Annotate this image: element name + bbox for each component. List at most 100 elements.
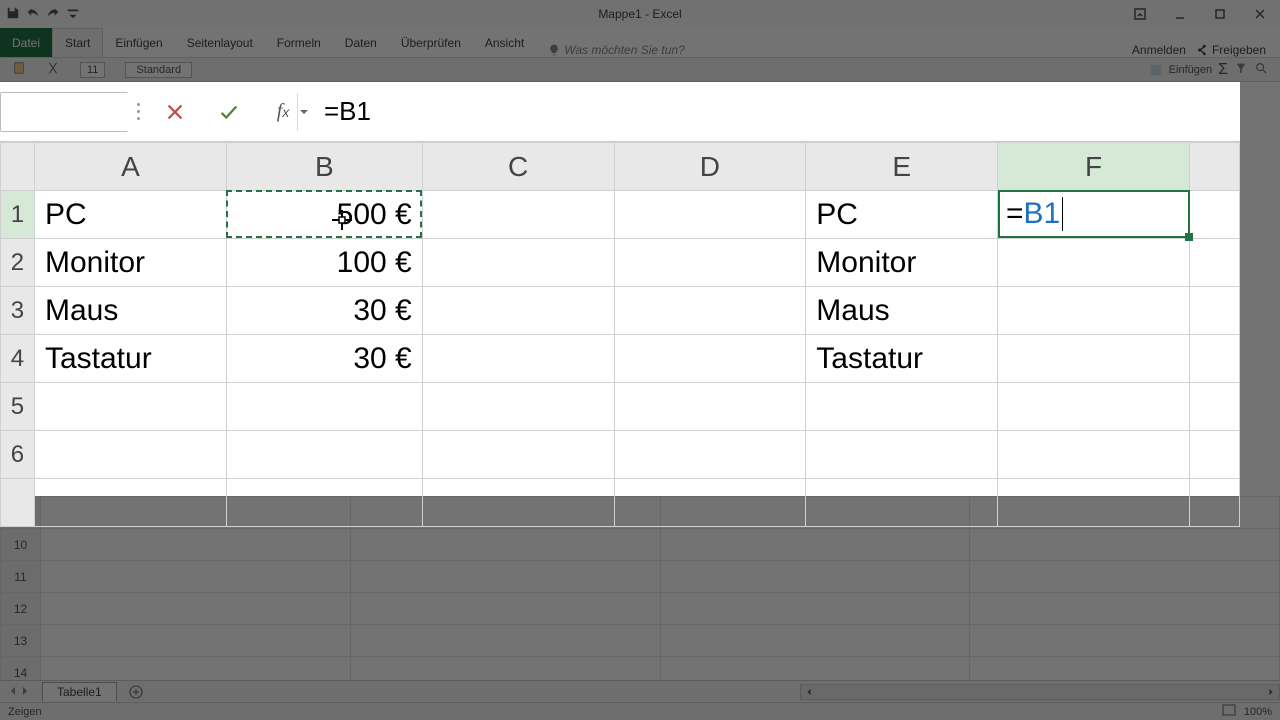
close-icon[interactable] xyxy=(1240,0,1280,28)
maximize-icon[interactable] xyxy=(1200,0,1240,28)
cell-G1[interactable] xyxy=(1189,191,1239,239)
view-normal-icon[interactable] xyxy=(1222,704,1236,719)
col-header-A[interactable]: A xyxy=(34,143,226,191)
cell-F2[interactable] xyxy=(998,239,1190,287)
row-header[interactable]: 11 xyxy=(1,561,41,593)
cell-F3[interactable] xyxy=(998,287,1190,335)
tab-formulas[interactable]: Formeln xyxy=(265,28,333,57)
sheet-nav-next-icon[interactable] xyxy=(20,685,30,699)
insert-cells-icon[interactable] xyxy=(1149,63,1163,77)
tab-insert[interactable]: Einfügen xyxy=(103,28,174,57)
row-header-4[interactable]: 4 xyxy=(1,335,35,383)
tab-start[interactable]: Start xyxy=(52,28,103,57)
cell-A5[interactable] xyxy=(34,383,226,431)
redo-icon[interactable] xyxy=(46,6,60,23)
cell-D3[interactable] xyxy=(614,287,806,335)
row-header-6[interactable]: 6 xyxy=(1,431,35,479)
sheet-nav-prev-icon[interactable] xyxy=(8,685,18,699)
cell-B3[interactable]: 30 € xyxy=(226,287,422,335)
cell-C1[interactable] xyxy=(422,191,614,239)
cell-F4[interactable] xyxy=(998,335,1190,383)
cell-A3[interactable]: Maus xyxy=(34,287,226,335)
cell-E2[interactable]: Monitor xyxy=(806,239,998,287)
cell-B2[interactable]: 100 € xyxy=(226,239,422,287)
horizontal-scrollbar[interactable] xyxy=(800,684,1280,700)
sheet-tab[interactable]: Tabelle1 xyxy=(42,682,117,701)
cancel-button[interactable] xyxy=(148,92,202,132)
active-cell-edit[interactable]: =B1 xyxy=(998,190,1190,238)
col-header-F[interactable]: F xyxy=(998,143,1190,191)
cell-G4[interactable] xyxy=(1189,335,1239,383)
cell-A4[interactable]: Tastatur xyxy=(34,335,226,383)
cell-G2[interactable] xyxy=(1189,239,1239,287)
cell-F6[interactable] xyxy=(998,431,1190,479)
undo-icon[interactable] xyxy=(26,6,40,23)
cell-A1[interactable]: PC xyxy=(34,191,226,239)
tab-pagelayout[interactable]: Seitenlayout xyxy=(175,28,265,57)
col-header-B[interactable]: B xyxy=(226,143,422,191)
cell-E1[interactable]: PC xyxy=(806,191,998,239)
cell-E5[interactable] xyxy=(806,383,998,431)
tab-view[interactable]: Ansicht xyxy=(473,28,536,57)
save-icon[interactable] xyxy=(6,6,20,23)
minimize-icon[interactable] xyxy=(1160,0,1200,28)
cell-E6[interactable] xyxy=(806,431,998,479)
cell-A2[interactable]: Monitor xyxy=(34,239,226,287)
cell-D2[interactable] xyxy=(614,239,806,287)
cell-E3[interactable]: Maus xyxy=(806,287,998,335)
tab-review[interactable]: Überprüfen xyxy=(389,28,473,57)
row-header[interactable]: 12 xyxy=(1,593,41,625)
number-format-box[interactable]: Standard xyxy=(125,62,192,78)
scroll-left-icon[interactable] xyxy=(801,685,817,699)
cell-D4[interactable] xyxy=(614,335,806,383)
font-size-box[interactable]: 11 xyxy=(80,62,105,78)
row-header-1[interactable]: 1 xyxy=(1,191,35,239)
tab-file[interactable]: Datei xyxy=(0,28,52,57)
row-header-2[interactable]: 2 xyxy=(1,239,35,287)
cell-B6[interactable] xyxy=(226,431,422,479)
ribbon-display-icon[interactable] xyxy=(1120,0,1160,28)
cell-C6[interactable] xyxy=(422,431,614,479)
cell-C5[interactable] xyxy=(422,383,614,431)
cell-D5[interactable] xyxy=(614,383,806,431)
paste-icon[interactable] xyxy=(12,61,26,78)
tab-data[interactable]: Daten xyxy=(333,28,389,57)
cell-D1[interactable] xyxy=(614,191,806,239)
sort-filter-icon[interactable] xyxy=(1234,61,1248,78)
cell-G5[interactable] xyxy=(1189,383,1239,431)
autosum-icon[interactable]: Σ xyxy=(1218,61,1228,79)
cell-B4[interactable]: 30 € xyxy=(226,335,422,383)
cell-C2[interactable] xyxy=(422,239,614,287)
row-header-5[interactable]: 5 xyxy=(1,383,35,431)
cell-C4[interactable] xyxy=(422,335,614,383)
cell-B1[interactable]: 500 € xyxy=(226,191,422,239)
tellme-search[interactable]: Was möchten Sie tun? xyxy=(536,43,697,57)
cell-D6[interactable] xyxy=(614,431,806,479)
scroll-right-icon[interactable] xyxy=(1263,685,1279,699)
cell-E4[interactable]: Tastatur xyxy=(806,335,998,383)
row-header[interactable]: 10 xyxy=(1,529,41,561)
cell-A6[interactable] xyxy=(34,431,226,479)
cell-F5[interactable] xyxy=(998,383,1190,431)
cell-C3[interactable] xyxy=(422,287,614,335)
find-icon[interactable] xyxy=(1254,61,1268,78)
col-header-E[interactable]: E xyxy=(806,143,998,191)
col-header-extra[interactable] xyxy=(1189,143,1239,191)
zoom-level[interactable]: 100% xyxy=(1244,706,1272,718)
cell-G3[interactable] xyxy=(1189,287,1239,335)
row-header-3[interactable]: 3 xyxy=(1,287,35,335)
cell-G6[interactable] xyxy=(1189,431,1239,479)
select-all-corner[interactable] xyxy=(1,143,35,191)
enter-button[interactable] xyxy=(202,92,256,132)
formula-input[interactable] xyxy=(310,92,1232,132)
qat-customize-icon[interactable] xyxy=(66,6,80,23)
cut-icon[interactable] xyxy=(46,61,60,78)
col-header-C[interactable]: C xyxy=(422,143,614,191)
row-header-7[interactable] xyxy=(1,479,35,527)
signin-link[interactable]: Anmelden xyxy=(1132,43,1186,57)
add-sheet-button[interactable] xyxy=(125,681,147,703)
name-box[interactable] xyxy=(0,92,128,132)
col-header-D[interactable]: D xyxy=(614,143,806,191)
share-button[interactable]: Freigeben xyxy=(1196,43,1266,57)
row-header[interactable]: 13 xyxy=(1,625,41,657)
